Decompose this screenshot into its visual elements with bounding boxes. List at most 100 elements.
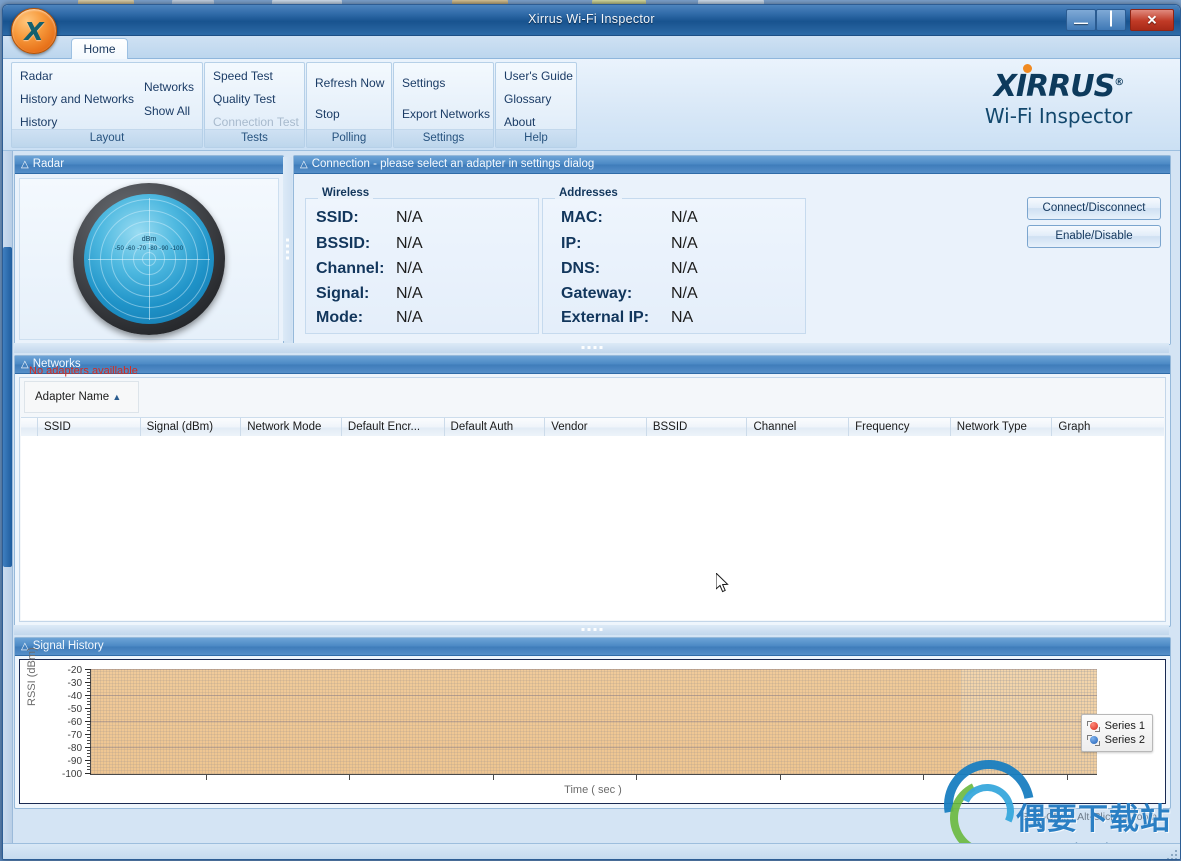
networks-history-splitter[interactable] [14, 625, 1169, 635]
connection-panel-title: Connection - please select an adapter in… [311, 158, 595, 170]
ribbon-item-settings[interactable]: Settings [402, 76, 445, 90]
column-header-vendor[interactable]: Vendor [545, 418, 647, 437]
column-header-select[interactable] [21, 418, 38, 437]
radar-axis-vertical [149, 198, 150, 320]
ribbon-item-history-and-networks[interactable]: History and Networks [20, 92, 134, 106]
radar-panel-header[interactable]: △ Radar [15, 156, 283, 174]
field-value-mode: N/A [396, 309, 423, 326]
ribbon-item-stop[interactable]: Stop [315, 107, 340, 121]
xirrus-x-logo-icon: X [24, 16, 44, 46]
column-header-bssid[interactable]: BSSID [647, 418, 748, 437]
tab-home[interactable]: Home [71, 38, 128, 60]
adapter-name-label: Adapter Name [35, 391, 110, 403]
ribbon-item-connection-test: Connection Test [213, 115, 299, 129]
close-button[interactable]: ✕ [1130, 9, 1174, 31]
ribbon-group-layout: Radar History and Networks History Netwo… [11, 62, 203, 148]
legend-label-series-1: Series 1 [1104, 720, 1145, 732]
field-label-gateway: Gateway: [561, 285, 633, 302]
ribbon-item-export-networks[interactable]: Export Networks [402, 107, 490, 121]
ribbon-group-label-help: Help [496, 129, 576, 147]
radar-scale-labels: -50 -60 -70 -80 -90 -100 [114, 246, 184, 252]
top-networks-splitter[interactable] [14, 343, 1169, 353]
chart-y-tick-labels: -20 -30 -40 -50 -60 -70 -80 -90 -100 [42, 666, 82, 784]
ribbon-tab-strip: Home [3, 36, 1180, 60]
ribbon-group-label-polling: Polling [307, 129, 391, 147]
window-title: Xirrus Wi-Fi Inspector [528, 12, 655, 26]
scrollbar-thumb[interactable] [3, 247, 12, 567]
splitter-grip[interactable] [581, 628, 602, 631]
brand-wordmark: XIRRUS® [993, 64, 1124, 104]
adapter-name-header[interactable]: Adapter Name ▲ [35, 391, 121, 403]
chart-legend[interactable]: Series 1 Series 2 [1080, 714, 1153, 752]
radar-canvas[interactable]: dBm -50 -60 -70 -80 -90 -100 [19, 178, 279, 340]
column-header-graph[interactable]: Graph [1052, 418, 1164, 437]
y-tick-label: -60 [67, 717, 82, 728]
ribbon-item-refresh-now[interactable]: Refresh Now [315, 76, 384, 90]
radar-connection-splitter[interactable] [283, 157, 292, 341]
column-header-default-encr[interactable]: Default Encr... [342, 418, 445, 437]
column-header-ssid[interactable]: SSID [38, 418, 141, 437]
logo-orange-dot-icon [1022, 64, 1032, 73]
enable-disable-button[interactable]: Enable/Disable [1027, 225, 1161, 248]
chart-zoom-hint: Shift-Click / Alt-Click to Zoom [1021, 811, 1157, 823]
splitter-grip[interactable] [286, 238, 289, 260]
ribbon-group-help: User's Guide Glossary About Help [495, 62, 577, 148]
column-header-network-mode[interactable]: Network Mode [241, 418, 342, 437]
field-label-signal: Signal: [316, 285, 370, 302]
field-value-signal: N/A [396, 285, 423, 302]
ribbon-item-users-guide[interactable]: User's Guide [504, 69, 573, 83]
ribbon-item-glossary[interactable]: Glossary [504, 92, 551, 106]
chart-x-tick [923, 774, 924, 780]
ribbon-item-radar[interactable]: Radar [20, 69, 53, 83]
sort-ascending-icon[interactable]: ▲ [112, 392, 121, 402]
field-label-channel: Channel: [316, 260, 385, 277]
signal-history-panel-header[interactable]: △ Signal History [15, 638, 1170, 656]
y-tick-label: -30 [67, 678, 82, 689]
chart-x-axis-label: Time ( sec ) [564, 784, 622, 796]
minimize-button[interactable]: — [1066, 9, 1096, 31]
chart-gridline [91, 669, 1097, 670]
collapse-chevron-icon[interactable]: △ [300, 156, 308, 173]
collapse-chevron-icon[interactable]: △ [21, 156, 29, 173]
y-tick-label: -40 [67, 691, 82, 702]
ribbon-group-label-tests: Tests [205, 129, 304, 147]
column-header-network-type[interactable]: Network Type [951, 418, 1053, 437]
field-value-bssid: N/A [396, 235, 423, 252]
column-header-signal-dbm[interactable]: Signal (dBm) [141, 418, 242, 437]
column-header-channel[interactable]: Channel [747, 418, 850, 437]
adapter-selector[interactable]: No adapters availlable Adapter Name ▲ [24, 365, 139, 413]
signal-history-panel: △ Signal History RSSI (dBm) -20 -30 -40 -… [14, 637, 1171, 823]
resize-grip-icon[interactable] [1165, 848, 1177, 859]
y-tick-label: -20 [67, 665, 82, 676]
y-tick-label: -90 [67, 756, 82, 767]
application-window: Xirrus Wi-Fi Inspector — ✕ X Home Radar … [2, 4, 1181, 860]
ribbon-item-quality-test[interactable]: Quality Test [213, 92, 275, 106]
chart-x-tick [349, 774, 350, 780]
connection-panel: △ Connection - please select an adapter i… [293, 155, 1171, 345]
product-subtitle: Wi-Fi Inspector [984, 104, 1133, 128]
ribbon-item-history[interactable]: History [20, 115, 57, 129]
app-menu-orb-button[interactable]: X [11, 8, 57, 54]
legend-item-series-1[interactable]: Series 1 [1086, 719, 1145, 733]
signal-history-chart[interactable]: RSSI (dBm) -20 -30 -40 -50 -60 -70 -80 -… [19, 647, 1166, 823]
networks-table-body[interactable] [21, 436, 1164, 620]
connect-disconnect-button[interactable]: Connect/Disconnect [1027, 197, 1161, 220]
chart-plot-area[interactable] [85, 669, 1097, 780]
radar-face: dBm -50 -60 -70 -80 -90 -100 [84, 194, 214, 324]
radar-panel-body: dBm -50 -60 -70 -80 -90 -100 [15, 174, 283, 344]
brand-name: XIRRUS [993, 69, 1115, 104]
column-header-frequency[interactable]: Frequency [849, 418, 951, 437]
ribbon-item-about[interactable]: About [504, 115, 535, 129]
title-bar[interactable]: Xirrus Wi-Fi Inspector — ✕ [3, 5, 1180, 36]
connection-panel-header[interactable]: △ Connection - please select an adapter i… [294, 156, 1170, 174]
ribbon-item-networks[interactable]: Networks [144, 80, 194, 94]
legend-item-series-2[interactable]: Series 2 [1086, 733, 1145, 747]
networks-panel-header[interactable]: △ Networks [15, 356, 1170, 374]
splitter-grip[interactable] [581, 346, 602, 349]
ribbon-item-speed-test[interactable]: Speed Test [213, 69, 273, 83]
column-header-default-auth[interactable]: Default Auth [445, 418, 546, 437]
collapse-chevron-icon[interactable]: △ [21, 356, 29, 373]
window-vertical-scrollbar[interactable] [3, 151, 13, 859]
maximize-button[interactable] [1096, 9, 1126, 31]
ribbon-item-show-all[interactable]: Show All [144, 104, 190, 118]
